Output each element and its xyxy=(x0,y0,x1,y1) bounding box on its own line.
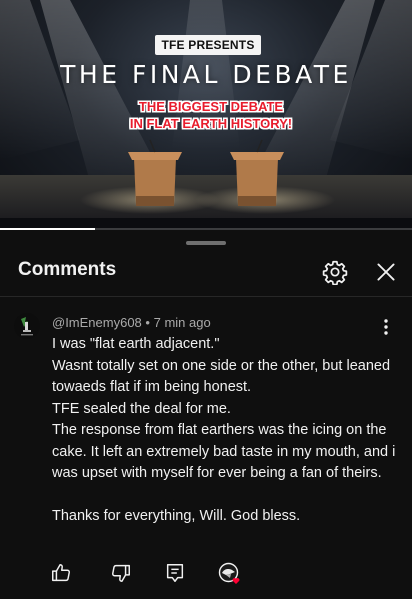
video-progress-fill xyxy=(0,228,95,230)
avatar[interactable] xyxy=(14,313,40,339)
subtitle-line-1: THE BIGGEST DEBATE xyxy=(138,99,284,114)
comments-title: Comments xyxy=(18,259,117,280)
comment-meta: @ImEnemy608 • 7 min ago xyxy=(52,315,211,330)
video-progress-bar[interactable] xyxy=(0,228,412,230)
comment-blank-line xyxy=(52,485,398,507)
like-icon[interactable] xyxy=(50,562,72,584)
comment-line: Thanks for everything, Will. God bless. xyxy=(52,508,301,524)
presenter-badge: TFE PRESENTS xyxy=(155,35,261,55)
comment-text: I was "flat earth adjacent." Wasnt total… xyxy=(52,334,398,528)
comment-author[interactable]: @ImEnemy608 xyxy=(52,315,142,330)
subtitle-line-2: IN FLAT EARTH HISTORY! xyxy=(129,116,293,131)
meta-separator: • xyxy=(145,315,150,330)
video-title-overlay: THE FINAL DEBATE xyxy=(60,60,352,89)
comment-timestamp: 7 min ago xyxy=(153,315,211,330)
close-icon[interactable] xyxy=(373,259,399,285)
comment-actions xyxy=(0,562,412,588)
video-player[interactable]: TFE PRESENTS THE FINAL DEBATE THE BIGGES… xyxy=(0,0,412,230)
video-subtitle-overlay: THE BIGGEST DEBATE IN FLAT EARTH HISTORY… xyxy=(113,98,309,132)
comment-line: Wasnt totally set on one side or the oth… xyxy=(52,357,391,396)
header-divider xyxy=(0,296,412,297)
gear-icon[interactable] xyxy=(322,259,348,286)
comment-line: I was "flat earth adjacent." xyxy=(52,336,220,352)
reply-icon[interactable] xyxy=(164,562,186,584)
comment-line: TFE sealed the deal for me. xyxy=(52,400,231,417)
dislike-icon[interactable] xyxy=(110,562,132,584)
comment-line: The response from flat earthers was the … xyxy=(52,422,396,481)
sheet-drag-handle[interactable] xyxy=(186,241,226,245)
creator-heart-icon xyxy=(218,562,242,586)
